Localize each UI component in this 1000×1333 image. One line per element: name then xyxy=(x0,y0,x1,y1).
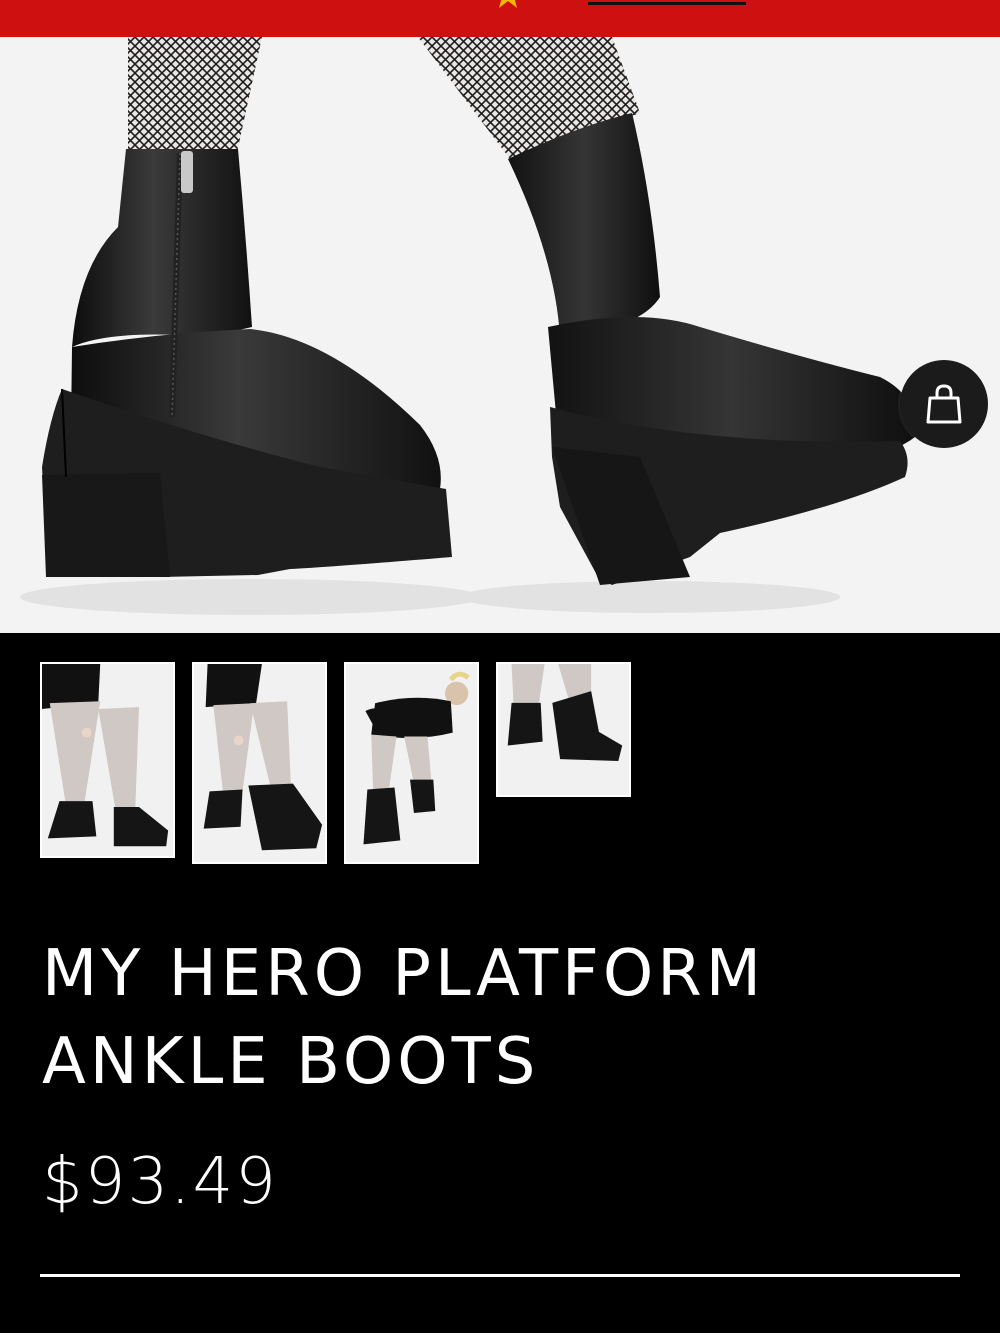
product-price: $93.49 xyxy=(42,1145,278,1219)
thumbnail-3[interactable] xyxy=(344,662,479,864)
thumbnail-2[interactable] xyxy=(192,662,327,864)
thumbnail-1[interactable] xyxy=(40,662,175,858)
shopping-bag-icon xyxy=(926,384,962,424)
product-title: MY HERO PLATFORM ANKLE BOOTS xyxy=(42,937,765,1099)
promo-link[interactable] xyxy=(588,0,746,5)
star-icon xyxy=(499,0,517,8)
promo-banner[interactable] xyxy=(0,0,1000,37)
product-main-image[interactable] xyxy=(0,37,1000,633)
thumbnail-4[interactable] xyxy=(496,662,631,797)
divider xyxy=(40,1274,960,1277)
add-to-bag-button[interactable] xyxy=(900,360,988,448)
